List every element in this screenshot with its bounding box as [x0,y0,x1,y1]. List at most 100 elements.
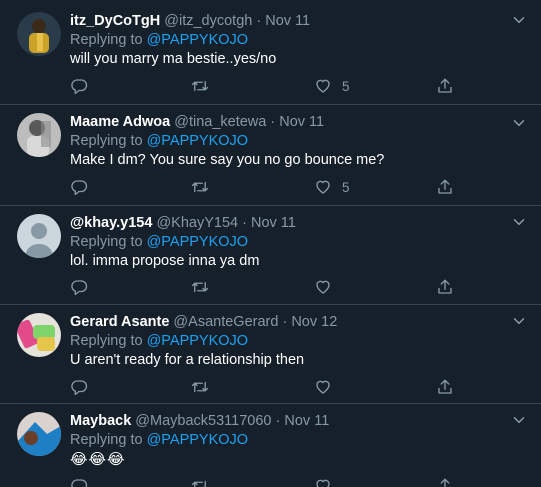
separator-dot: · [270,114,276,130]
display-name[interactable]: Mayback [70,413,131,429]
replying-to-line: Replying to @PAPPYKOJO [70,332,511,351]
share-icon [438,379,452,394]
replying-to-line: Replying to @PAPPYKOJO [70,233,511,252]
reply-icon [71,280,88,296]
retweet-icon [191,381,209,393]
replying-to-line: Replying to @PAPPYKOJO [70,132,511,151]
mention-link[interactable]: @PAPPYKOJO [147,234,248,250]
tweet-text: 😂😂😂 [70,451,126,468]
like-button[interactable] [314,476,342,487]
separator-dot: · [282,314,288,330]
tweet-header: Mayback @Mayback53117060 · Nov 11 [70,412,511,431]
user-handle[interactable]: @tina_ketewa [174,114,266,130]
retweet-icon [191,181,209,193]
retweet-button[interactable] [190,277,220,297]
tweet-text: lol. imma propose inna ya dm [70,253,260,269]
reply-tweet[interactable]: itz_DyCoTgH @itz_dycotgh · Nov 11 Replyi… [0,0,541,105]
user-handle[interactable]: @itz_dycotgh [164,13,252,29]
reply-icon [71,79,88,95]
mention-link[interactable]: @PAPPYKOJO [147,133,248,149]
tweet-header: Maame Adwoa @tina_ketewa · Nov 11 [70,113,511,132]
replying-to-label: Replying to [70,32,143,48]
avatar[interactable] [17,214,61,258]
display-name[interactable]: itz_DyCoTgH [70,13,160,29]
retweet-button[interactable] [190,177,220,197]
retweet-button[interactable] [190,76,220,96]
separator-dot: · [242,215,247,231]
heart-icon [316,180,330,194]
avatar[interactable] [17,313,61,357]
retweet-icon [191,80,209,92]
replying-to-label: Replying to [70,133,143,149]
reply-button[interactable] [70,476,98,487]
tweet-actions: 5 [70,76,452,96]
like-button[interactable] [314,377,342,397]
tweet-date[interactable]: Nov 11 [284,413,329,429]
avatar[interactable] [17,113,61,157]
user-handle[interactable]: @Mayback53117060 [135,413,271,429]
like-button[interactable]: 5 [314,76,350,96]
heart-icon [316,280,330,294]
display-name[interactable]: Gerard Asante [70,314,169,330]
heart-icon [316,79,330,93]
user-handle[interactable]: @KhayY154 [156,215,238,231]
reply-tweet[interactable]: Maame Adwoa @tina_ketewa · Nov 11 Replyi… [0,105,541,206]
share-icon [438,478,452,487]
display-name[interactable]: Maame Adwoa [70,114,170,130]
chevron-down-icon[interactable] [513,14,525,26]
tweet-date[interactable]: Nov 12 [291,314,337,330]
tweet-date[interactable]: Nov 11 [265,13,310,29]
heart-icon [316,479,330,487]
reply-tweet[interactable]: Gerard Asante @AsanteGerard · Nov 12 Rep… [0,305,541,404]
share-button[interactable] [436,476,454,487]
like-count: 5 [342,78,350,94]
retweet-button[interactable] [190,476,220,487]
chevron-down-icon[interactable] [513,315,525,327]
reply-button[interactable] [70,76,98,96]
share-icon [438,78,452,93]
replies-feed: itz_DyCoTgH @itz_dycotgh · Nov 11 Replyi… [0,0,541,487]
replying-to-line: Replying to @PAPPYKOJO [70,431,511,450]
share-button[interactable] [436,377,454,397]
share-icon [438,279,452,294]
reply-tweet[interactable]: @khay.y154 @KhayY154 · Nov 11 Replying t… [0,206,541,305]
separator-dot: · [275,413,281,429]
avatar[interactable] [17,12,61,56]
share-button[interactable] [436,76,454,96]
chevron-down-icon[interactable] [513,414,525,426]
retweet-button[interactable] [190,377,220,397]
replying-to-label: Replying to [70,333,143,349]
tweet-text: will you marry ma bestie..yes/no [70,51,277,67]
reply-icon [71,180,88,196]
reply-button[interactable] [70,277,98,297]
retweet-icon [191,480,208,487]
mention-link[interactable]: @PAPPYKOJO [147,333,248,349]
mention-link[interactable]: @PAPPYKOJO [147,432,248,448]
retweet-icon [191,281,209,293]
replying-to-label: Replying to [70,234,143,250]
tweet-date[interactable]: Nov 11 [251,215,296,231]
tweet-date[interactable]: Nov 11 [279,114,324,130]
share-button[interactable] [436,177,454,197]
tweet-actions: 5 [70,177,452,197]
user-handle[interactable]: @AsanteGerard [173,314,278,330]
reply-icon [71,479,88,487]
avatar[interactable] [17,412,61,456]
reply-button[interactable] [70,377,98,397]
heart-icon [316,380,330,394]
like-button[interactable]: 5 [314,177,350,197]
replying-to-line: Replying to @PAPPYKOJO [70,31,511,50]
reply-tweet[interactable]: Mayback @Mayback53117060 · Nov 11 Replyi… [0,404,541,487]
chevron-down-icon[interactable] [513,216,525,228]
reply-icon [71,380,88,396]
reply-button[interactable] [70,177,98,197]
like-button[interactable] [314,277,342,297]
share-button[interactable] [436,277,454,297]
mention-link[interactable]: @PAPPYKOJO [147,32,248,48]
chevron-down-icon[interactable] [513,117,525,129]
replying-to-label: Replying to [70,432,143,448]
share-icon [438,179,452,194]
separator-dot: · [256,13,262,29]
tweet-header: @khay.y154 @KhayY154 · Nov 11 [70,214,511,233]
display-name[interactable]: @khay.y154 [70,215,152,231]
